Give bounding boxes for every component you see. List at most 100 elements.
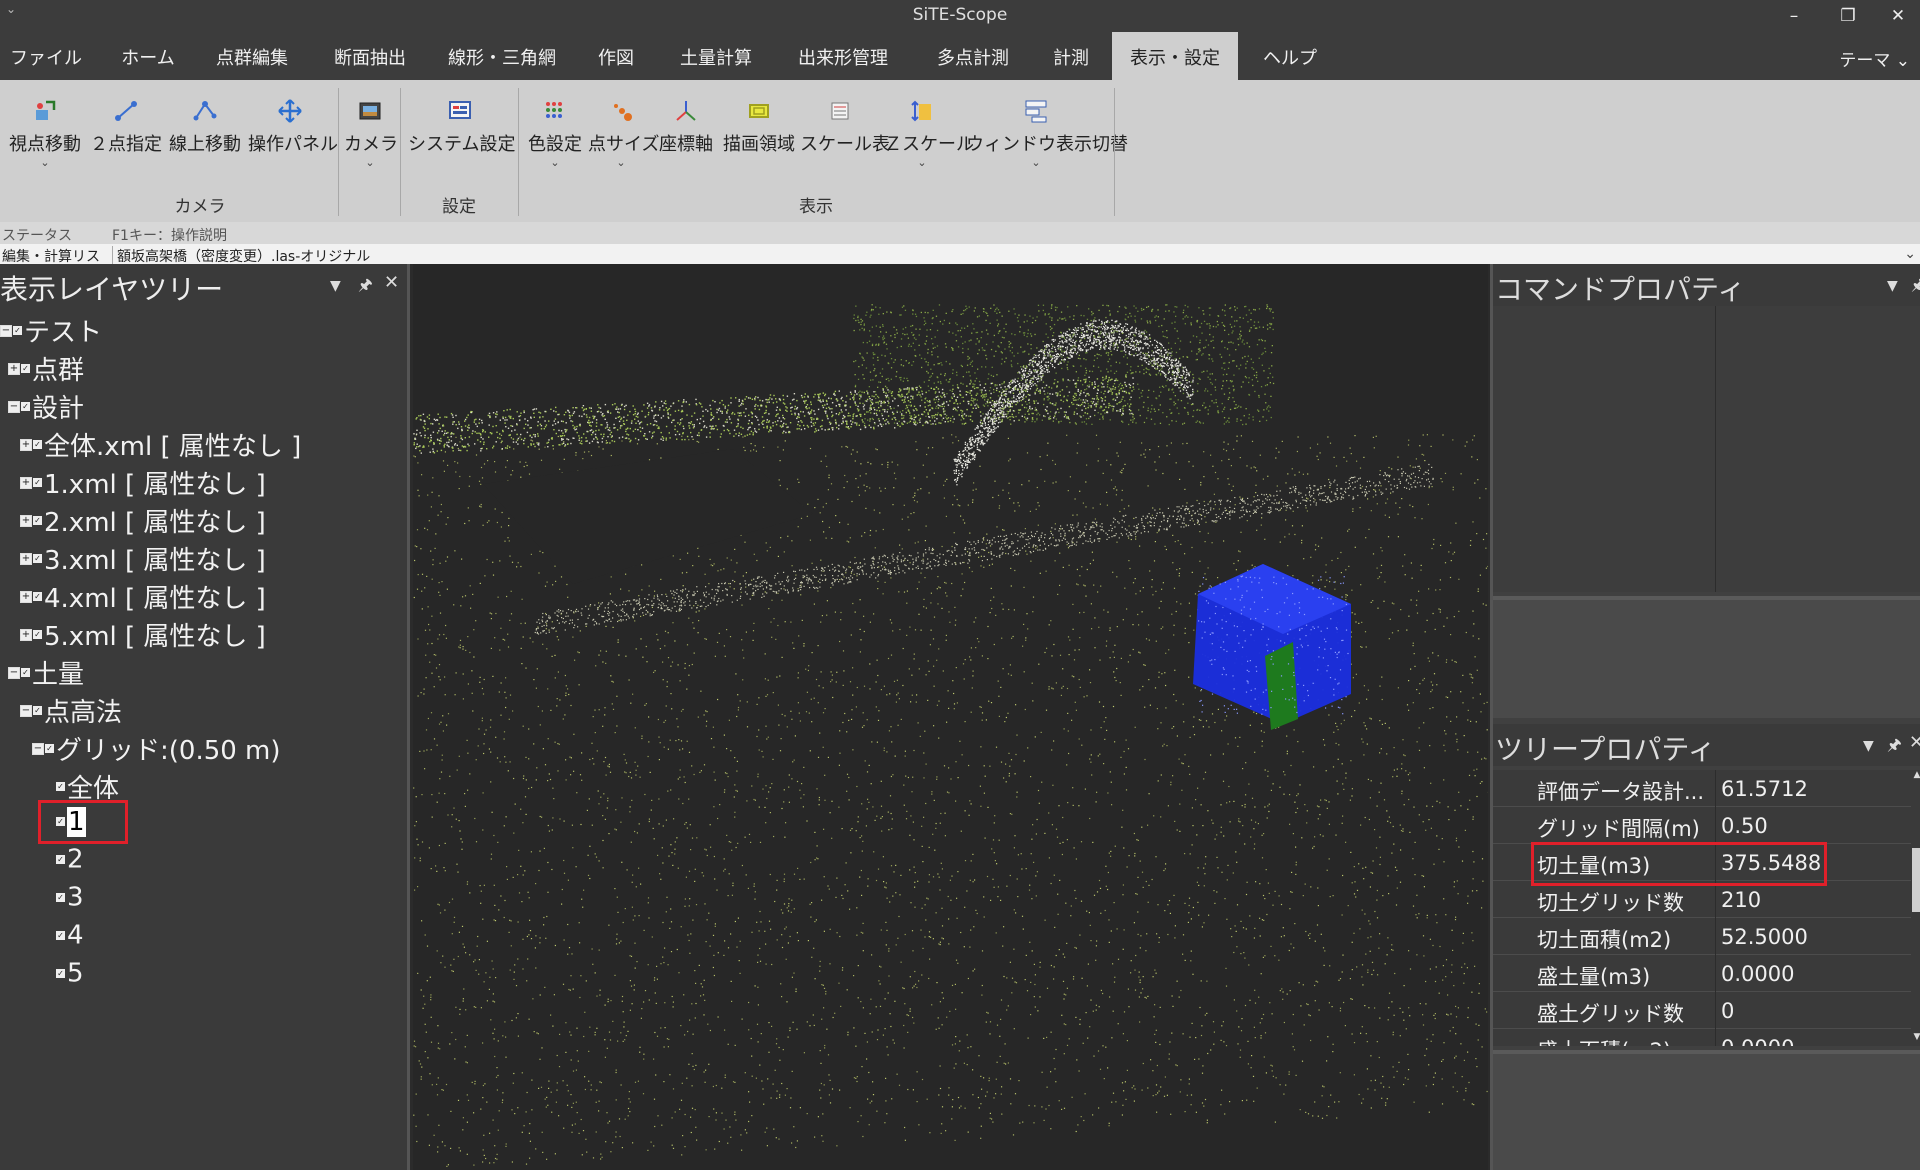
scroll-up-icon[interactable]: ▲ xyxy=(1911,770,1920,784)
camera-button[interactable]: カメラ ⌄ xyxy=(344,98,398,198)
visibility-checkbox[interactable]: ✓ xyxy=(56,893,65,902)
visibility-checkbox[interactable]: ✓ xyxy=(33,706,42,715)
expand-icon[interactable]: + xyxy=(8,362,20,375)
tree-item[interactable]: + ✓ 5.xml [ 属性なし ] xyxy=(20,616,266,652)
scroll-thumb[interactable] xyxy=(1912,848,1920,912)
collapse-icon[interactable]: − xyxy=(0,324,12,337)
document-tab-edit-list[interactable]: 編集・計算リス xyxy=(2,246,100,266)
collapse-icon[interactable]: − xyxy=(8,400,20,413)
pin-icon[interactable]: 🖈 xyxy=(1887,734,1902,761)
tree-item[interactable]: − ✓ グリッド:(0.50 m) xyxy=(32,730,281,766)
property-row[interactable]: 盛土グリッド数 0 xyxy=(1493,992,1911,1029)
collapse-icon[interactable]: − xyxy=(20,704,32,717)
expand-icon[interactable]: + xyxy=(20,628,32,641)
document-tab-file[interactable]: 額坂高架橋（密度変更）.las-オリジナル xyxy=(112,246,370,266)
dropdown-icon[interactable]: ▼ xyxy=(1887,278,1898,294)
visibility-checkbox[interactable]: ✓ xyxy=(56,969,65,978)
tree-item[interactable]: ✓ 5 xyxy=(56,958,84,994)
tab-multi-point[interactable]: 多点計測 xyxy=(922,32,1024,80)
pin-icon[interactable]: 🖈 xyxy=(358,274,373,301)
visibility-checkbox[interactable]: ✓ xyxy=(33,516,42,525)
color-settings-button[interactable]: 色設定 ⌄ xyxy=(526,98,584,198)
tab-help[interactable]: ヘルプ xyxy=(1254,32,1326,80)
property-row[interactable]: 評価データ設計... 61.5712 xyxy=(1493,770,1911,807)
close-icon[interactable]: ✕ xyxy=(384,272,399,293)
z-scale-button[interactable]: Ｚスケール ⌄ xyxy=(884,98,974,198)
tab-as-built[interactable]: 出来形管理 xyxy=(784,32,902,80)
tree-item[interactable]: ✓ 全体 xyxy=(56,768,119,804)
two-point-button[interactable]: ２点指定 xyxy=(90,98,162,198)
point-cloud-canvas[interactable] xyxy=(413,264,1488,1170)
expand-icon[interactable]: + xyxy=(20,514,32,527)
tree-item[interactable]: + ✓ 全体.xml [ 属性なし ] xyxy=(20,426,301,462)
restore-button[interactable]: ❐ xyxy=(1826,2,1870,30)
tree-item[interactable]: − ✓ 点高法 xyxy=(20,692,122,728)
close-button[interactable]: ✕ xyxy=(1876,2,1920,30)
viewpoint-move-button[interactable]: 視点移動 ⌄ xyxy=(8,98,82,198)
scale-table-button[interactable]: スケール表 xyxy=(800,98,890,198)
expand-icon[interactable]: + xyxy=(20,552,32,565)
theme-menu[interactable]: テーマ ⌄ xyxy=(1839,46,1910,71)
line-move-button[interactable]: 線上移動 xyxy=(168,98,242,198)
earthwork-block[interactable] xyxy=(1193,564,1351,730)
dropdown-icon[interactable]: ▼ xyxy=(330,278,341,294)
visibility-checkbox[interactable]: ✓ xyxy=(21,402,30,411)
expand-icon[interactable]: + xyxy=(20,438,32,451)
point-cloud-viewport[interactable] xyxy=(413,264,1488,1170)
scroll-down-icon[interactable]: ▼ xyxy=(1911,1032,1920,1046)
close-icon[interactable]: ✕ xyxy=(1909,732,1920,753)
control-panel-button[interactable]: 操作パネル xyxy=(248,98,338,198)
visibility-checkbox[interactable]: ✓ xyxy=(13,326,22,335)
visibility-checkbox[interactable]: ✓ xyxy=(33,554,42,563)
visibility-checkbox[interactable]: ✓ xyxy=(33,440,42,449)
property-scrollbar[interactable]: ▲ ▼ xyxy=(1911,770,1920,1046)
tree-item[interactable]: − ✓ 設計 xyxy=(8,388,84,424)
tab-section-extract[interactable]: 断面抽出 xyxy=(322,32,418,80)
property-row[interactable]: 盛土面積(m2) 0.0000 xyxy=(1493,1029,1911,1046)
minimize-button[interactable]: – xyxy=(1772,2,1816,30)
visibility-checkbox[interactable]: ✓ xyxy=(33,630,42,639)
property-row[interactable]: 切土グリッド数 210 xyxy=(1493,881,1911,918)
tree-item[interactable]: ✓ 2 xyxy=(56,844,84,880)
collapse-icon[interactable]: − xyxy=(32,742,44,755)
tree-item[interactable]: + ✓ 点群 xyxy=(8,350,84,386)
tree-item[interactable]: − ✓ 土量 xyxy=(8,654,84,690)
tree-item[interactable]: ✓ 3 xyxy=(56,882,84,918)
tree-item[interactable]: + ✓ 2.xml [ 属性なし ] xyxy=(20,502,266,538)
point-size-button[interactable]: 点サイズ ⌄ xyxy=(588,98,659,198)
tab-display-settings[interactable]: 表示・設定 xyxy=(1112,32,1238,80)
tab-drawing[interactable]: 作図 xyxy=(584,32,648,80)
tab-alignment-tin[interactable]: 線形・三角網 xyxy=(440,32,564,80)
system-settings-button[interactable]: システム設定 xyxy=(408,98,515,198)
property-row[interactable]: 盛土量(m3) 0.0000 xyxy=(1493,955,1911,992)
visibility-checkbox[interactable]: ✓ xyxy=(56,931,65,940)
tree-item[interactable]: + ✓ 4.xml [ 属性なし ] xyxy=(20,578,266,614)
chevron-down-icon[interactable]: ⌄ xyxy=(1904,246,1916,262)
visibility-checkbox[interactable]: ✓ xyxy=(33,592,42,601)
tree-item[interactable]: + ✓ 3.xml [ 属性なし ] xyxy=(20,540,266,576)
tab-measure[interactable]: 計測 xyxy=(1044,32,1098,80)
tree-item[interactable]: ✓ 4 xyxy=(56,920,84,956)
property-row[interactable]: グリッド間隔(m) 0.50 xyxy=(1493,807,1911,844)
visibility-checkbox[interactable]: ✓ xyxy=(45,744,54,753)
dropdown-icon[interactable]: ▼ xyxy=(1863,738,1874,754)
visibility-checkbox[interactable]: ✓ xyxy=(33,478,42,487)
tab-earthwork[interactable]: 土量計算 xyxy=(668,32,764,80)
visibility-checkbox[interactable]: ✓ xyxy=(56,782,65,791)
pin-icon[interactable]: 🖈 xyxy=(1911,274,1920,301)
tab-file[interactable]: ファイル xyxy=(6,32,86,80)
tree-item[interactable]: − ✓ テスト xyxy=(0,312,102,348)
draw-area-button[interactable]: 描画領域 xyxy=(720,98,798,198)
window-toggle-button[interactable]: ウィンドウ表示切替 ⌄ xyxy=(966,98,1128,198)
visibility-checkbox[interactable]: ✓ xyxy=(56,855,65,864)
axis-button[interactable]: 座標軸 xyxy=(656,98,716,198)
expand-icon[interactable]: + xyxy=(20,590,32,603)
property-row[interactable]: 切土面積(m2) 52.5000 xyxy=(1493,918,1911,955)
tree-item[interactable]: + ✓ 1.xml [ 属性なし ] xyxy=(20,464,266,500)
visibility-checkbox[interactable]: ✓ xyxy=(21,668,30,677)
expand-icon[interactable]: + xyxy=(20,476,32,489)
tab-home[interactable]: ホーム xyxy=(108,32,188,80)
visibility-checkbox[interactable]: ✓ xyxy=(21,364,30,373)
collapse-icon[interactable]: − xyxy=(8,666,20,679)
tab-point-cloud-edit[interactable]: 点群編集 xyxy=(204,32,300,80)
